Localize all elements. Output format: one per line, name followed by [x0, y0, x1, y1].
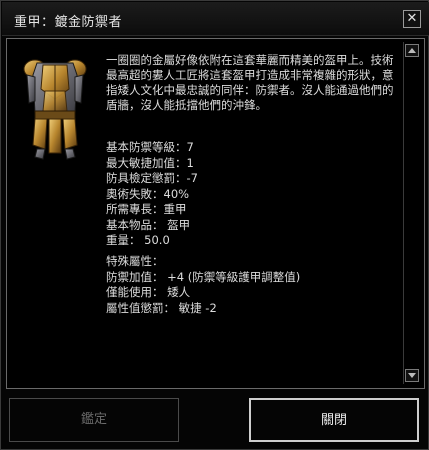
close-button[interactable]: 關閉 — [249, 398, 419, 442]
stat-line: 重量： 50.0 — [106, 233, 170, 247]
property-line: 僅能使用： 矮人 — [106, 285, 191, 299]
title-bar[interactable]: 重甲：鍍金防禦者 ✕ — [2, 2, 429, 36]
stat-line: 基本物品： 盔甲 — [106, 217, 191, 232]
property-line: 屬性值懲罰： 敏捷 -2 — [106, 300, 217, 315]
properties-header: 特殊屬性： — [106, 254, 164, 268]
scroll-up-arrow-icon[interactable] — [405, 44, 419, 57]
stat-line: 防具檢定懲罰：-7 — [106, 171, 198, 185]
stat-line: 最大敏捷加值：1 — [106, 155, 194, 170]
scroll-down-arrow-icon[interactable] — [405, 369, 419, 382]
item-description: 一圈圈的金屬好像依附在這套華麗而精美的盔甲上。技術最高超的婁人工匠將這套盔甲打造… — [106, 53, 394, 112]
item-properties: 特殊屬性： 防禦加值： +4 (防禦等級護甲調整值) 僅能使用： 矮人 屬性值懲… — [106, 254, 396, 316]
close-icon[interactable]: ✕ — [403, 10, 421, 28]
stat-line: 奧術失敗：40% — [106, 186, 190, 201]
window-title: 重甲：鍍金防禦者 — [14, 15, 123, 30]
stat-line: 所需專長：重甲 — [106, 202, 187, 216]
appraise-button[interactable]: 鑑定 — [9, 398, 179, 442]
item-stats: 基本防禦等級：7 最大敏捷加值：1 防具檢定懲罰：-7 奧術失敗：40% 所需專… — [106, 140, 396, 249]
item-examine-window: 重甲：鍍金防禦者 ✕ 一圈圈的金屬好像依附在這套華麗而精美的盔甲上。技術最高超的… — [0, 0, 429, 450]
scrollbar[interactable] — [403, 42, 420, 384]
stat-line: 基本防禦等級：7 — [106, 140, 194, 154]
gilded-armor-icon — [23, 59, 87, 160]
property-line: 防禦加值： +4 (防禦等級護甲調整值) — [106, 269, 301, 284]
